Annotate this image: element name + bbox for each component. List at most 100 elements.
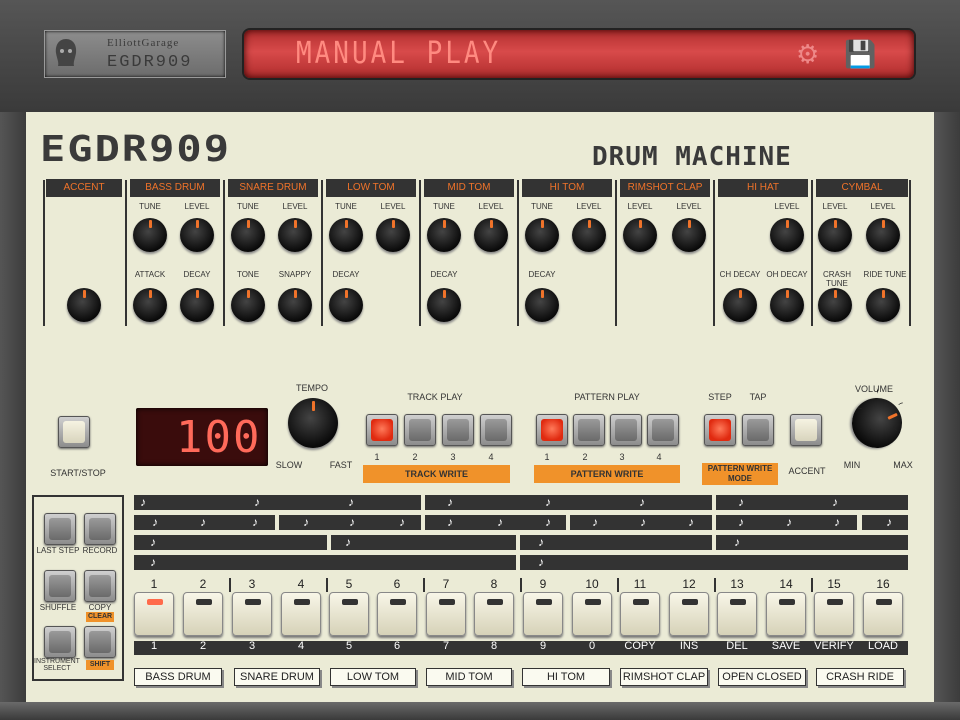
step-function-label: INS — [679, 640, 699, 652]
hh-level-knob[interactable] — [770, 218, 804, 252]
divider — [43, 180, 45, 326]
mt-decay-knob[interactable] — [427, 288, 461, 322]
sd-snappy-knob[interactable] — [278, 288, 312, 322]
track-3-button[interactable] — [442, 414, 474, 446]
start-stop-button[interactable] — [58, 416, 90, 448]
sd-tune-knob[interactable] — [231, 218, 265, 252]
step-group-divider — [617, 578, 619, 592]
pattern-1-button[interactable] — [536, 414, 568, 446]
step-button-15[interactable] — [814, 592, 854, 636]
step-button-10[interactable] — [572, 592, 612, 636]
scale-bar-row2-d: ♪ ♪ ♪ — [570, 515, 712, 530]
mt-tune-knob[interactable] — [427, 218, 461, 252]
brand-line2: EGDR909 — [107, 53, 193, 72]
save-icon[interactable]: 💾 — [844, 40, 876, 68]
inst-hi-tom-button[interactable]: HI TOM — [522, 668, 610, 686]
gear-icon[interactable]: ⚙ — [796, 40, 819, 68]
crash-level-knob[interactable] — [818, 218, 852, 252]
step-button-3[interactable] — [232, 592, 272, 636]
inst-snare-drum-button[interactable]: SNARE DRUM — [234, 668, 320, 686]
step-function-label: 3 — [248, 640, 256, 652]
step-button-16[interactable] — [863, 592, 903, 636]
bd-attack-knob[interactable] — [133, 288, 167, 322]
step-function-label: 6 — [393, 640, 401, 652]
instrument-select-button[interactable] — [44, 626, 76, 658]
sd-tone-knob[interactable] — [231, 288, 265, 322]
pattern-write-mode-label: PATTERN WRITE MODE — [702, 463, 778, 485]
oh-decay-knob[interactable] — [770, 288, 804, 322]
track-2-button[interactable] — [404, 414, 436, 446]
bd-decay-knob[interactable] — [180, 288, 214, 322]
accent-button[interactable] — [790, 414, 822, 446]
mt-level-knob[interactable] — [474, 218, 508, 252]
bd-level-knob[interactable] — [180, 218, 214, 252]
pattern-4-button[interactable] — [647, 414, 679, 446]
inst-low-tom-button[interactable]: LOW TOM — [330, 668, 416, 686]
step-button-2[interactable] — [183, 592, 223, 636]
tempo-value: 100 — [176, 412, 262, 463]
section-rimshot-clap: RIMSHOT CLAP — [620, 179, 710, 197]
note-mark: ♪ — [140, 495, 146, 509]
last-step-button[interactable] — [44, 513, 76, 545]
inst-crash-ride-button[interactable]: CRASH RIDE — [816, 668, 904, 686]
tempo-knob[interactable] — [288, 398, 338, 448]
last-step-cap — [49, 518, 71, 540]
accent-knob[interactable] — [67, 288, 101, 322]
step-button-4[interactable] — [281, 592, 321, 636]
clap-level-knob[interactable] — [672, 218, 706, 252]
lt-level-knob[interactable] — [376, 218, 410, 252]
step-button-9[interactable] — [523, 592, 563, 636]
step-button-7[interactable] — [426, 592, 466, 636]
step-button-1[interactable] — [134, 592, 174, 636]
step-button-8[interactable] — [474, 592, 514, 636]
step-mode-button[interactable] — [704, 414, 736, 446]
ch-decay-knob[interactable] — [723, 288, 757, 322]
step-button-12[interactable] — [669, 592, 709, 636]
tap-mode-button[interactable] — [742, 414, 774, 446]
bd-tune-knob[interactable] — [133, 218, 167, 252]
ht-decay-knob[interactable] — [525, 288, 559, 322]
accent-label: ACCENT — [788, 466, 826, 476]
rim-level-label: LEVEL — [627, 202, 653, 211]
step-led — [342, 599, 358, 605]
note-mark: ♪ — [150, 535, 156, 549]
note-mark: ♪ — [538, 555, 544, 569]
lt-decay-knob[interactable] — [329, 288, 363, 322]
pattern-3-button[interactable] — [610, 414, 642, 446]
lt-tune-knob[interactable] — [329, 218, 363, 252]
rim-level-knob[interactable] — [623, 218, 657, 252]
inst-rimshot-clap-button[interactable]: RIMSHOT CLAP — [620, 668, 708, 686]
ht-decay-label: DECAY — [528, 270, 556, 279]
ht-tune-knob[interactable] — [525, 218, 559, 252]
step-function-label: 5 — [345, 640, 353, 652]
step-number: 11 — [633, 577, 647, 591]
note-mark: ♪ — [497, 515, 503, 529]
inst-mid-tom-button[interactable]: MID TOM — [426, 668, 512, 686]
note-mark: ♪ — [738, 495, 744, 509]
inst-open-closed-button[interactable]: OPEN CLOSED — [718, 668, 806, 686]
step-button-6[interactable] — [377, 592, 417, 636]
ht-level-knob[interactable] — [572, 218, 606, 252]
ride-level-knob[interactable] — [866, 218, 900, 252]
shuffle-button[interactable] — [44, 570, 76, 602]
crash-tune-knob[interactable] — [818, 288, 852, 322]
sd-level-knob[interactable] — [278, 218, 312, 252]
step-button-5[interactable] — [329, 592, 369, 636]
scale-bar-row3-a: ♪ — [134, 535, 327, 550]
track-4-button[interactable] — [480, 414, 512, 446]
last-step-label: LAST STEP — [36, 546, 80, 555]
shift-button[interactable] — [84, 626, 116, 658]
ride-tune-knob[interactable] — [866, 288, 900, 322]
track-num-1: 1 — [374, 452, 380, 462]
step-button-11[interactable] — [620, 592, 660, 636]
inst-bass-drum-button[interactable]: BASS DRUM — [134, 668, 222, 686]
copy-button[interactable] — [84, 570, 116, 602]
step-button-14[interactable] — [766, 592, 806, 636]
pattern-2-button[interactable] — [573, 414, 605, 446]
track-1-button[interactable] — [366, 414, 398, 446]
scale-bar-row2-b: ♪ ♪ ♪ — [279, 515, 421, 530]
ride-level-label: LEVEL — [870, 202, 896, 211]
model-title: EGDR909 — [40, 128, 232, 170]
step-button-13[interactable] — [717, 592, 757, 636]
record-button[interactable] — [84, 513, 116, 545]
